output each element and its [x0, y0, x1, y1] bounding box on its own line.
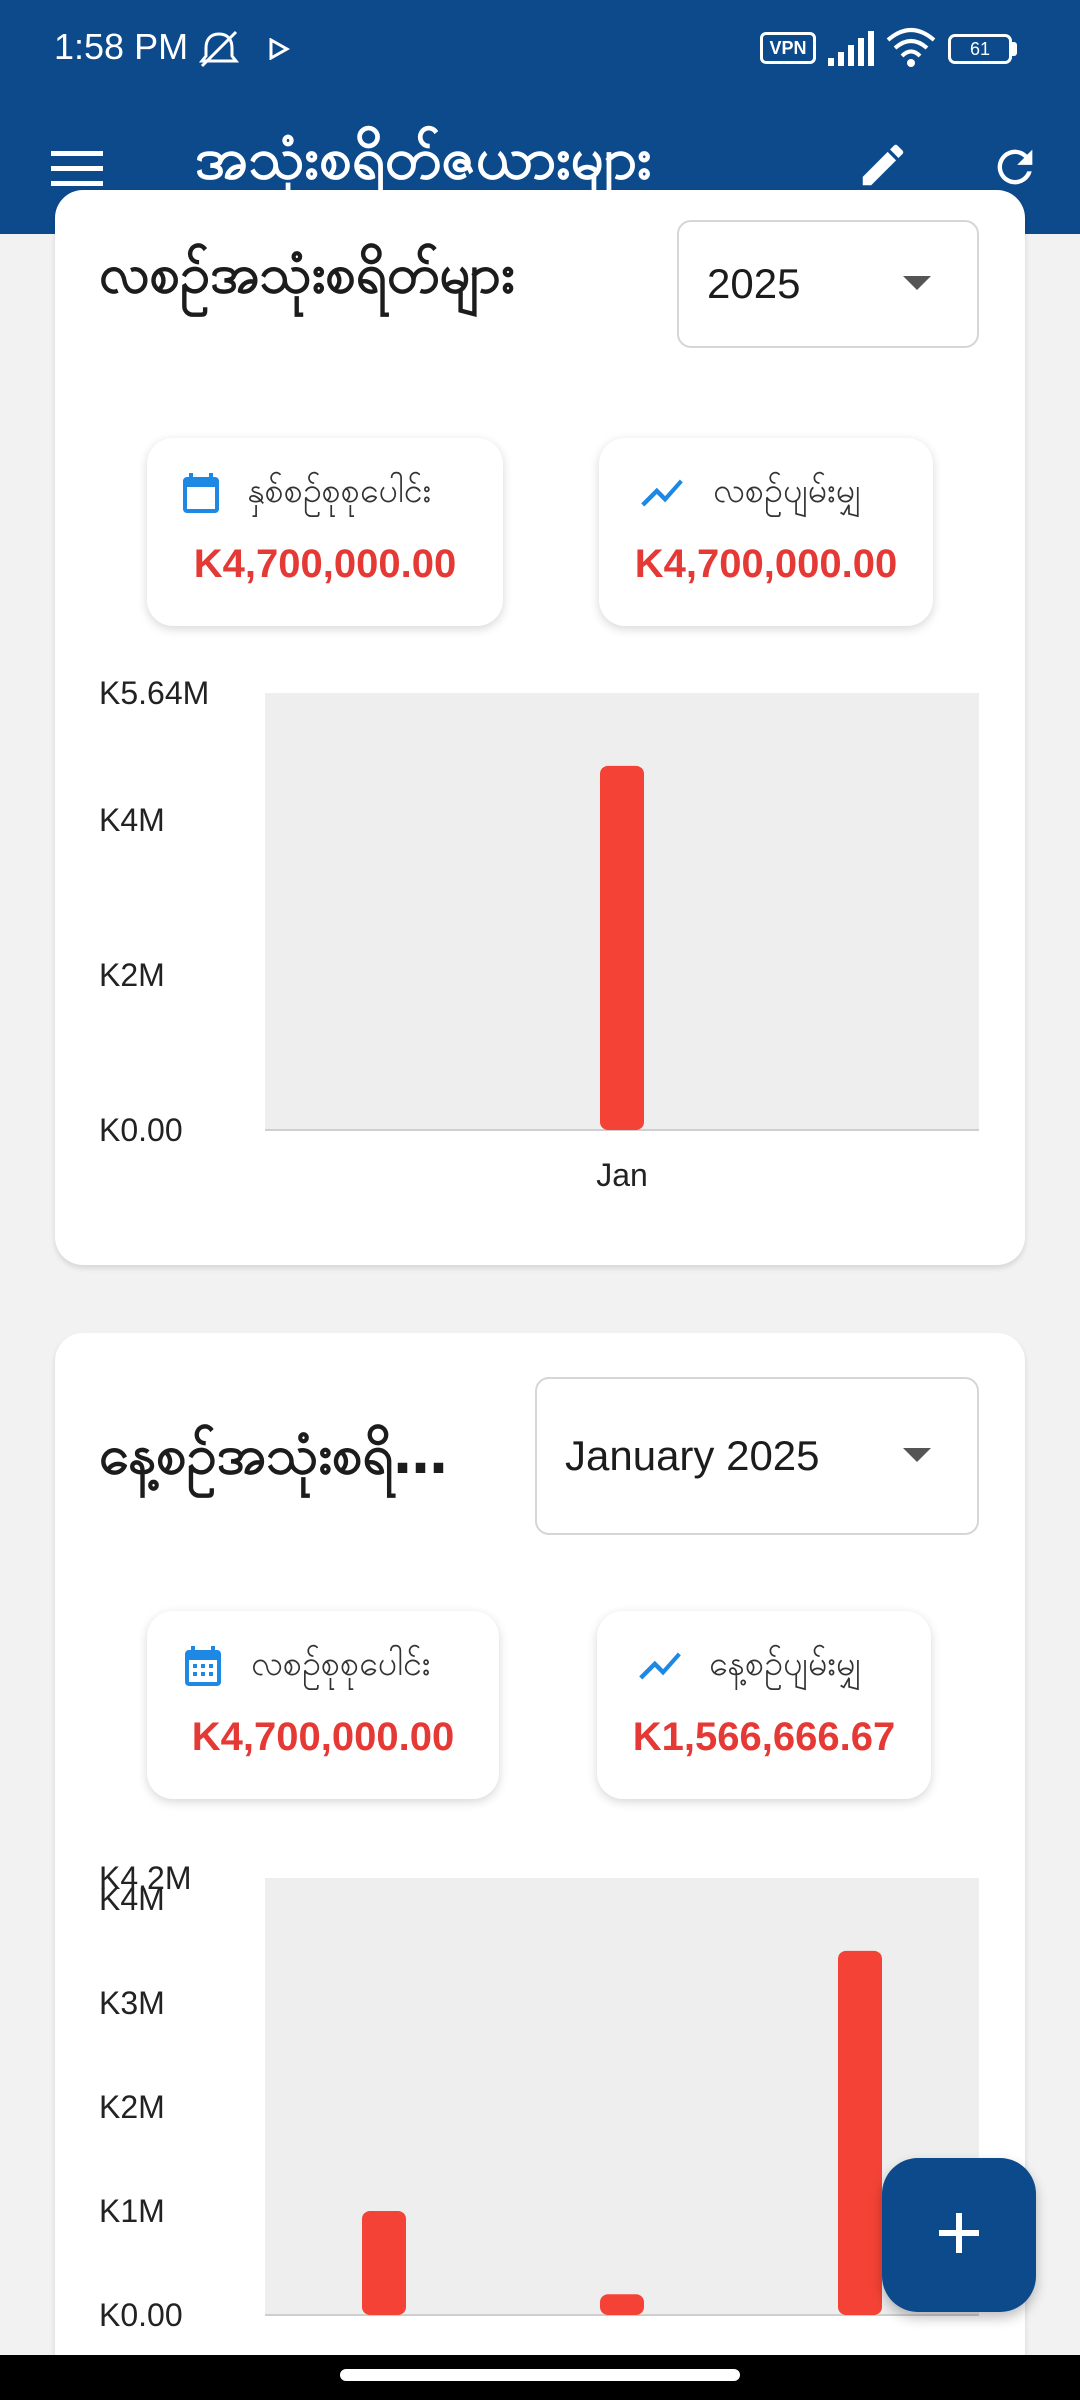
y-tick-label: K2M [99, 2089, 165, 2125]
trend-icon [635, 1641, 685, 1691]
battery-tip [1012, 42, 1017, 56]
play-icon [268, 37, 291, 64]
monthly-total-stat: လစဉ်စုစုပေါင်း K4,700,000.00 [147, 1611, 499, 1799]
monthly-total-amount: K4,700,000.00 [191, 1715, 455, 1759]
add-expense-button[interactable] [882, 2158, 1036, 2312]
chevron-down-icon [903, 1448, 931, 1462]
monthly-average-stat: လစဉ်ပျမ်းမျှ K4,700,000.00 [599, 438, 933, 626]
daily-expense-card: နေ့စဉ်အသုံးစရိ… January 2025 လစဉ်စုစုပေါ… [55, 1333, 1025, 2393]
year-dropdown[interactable]: 2025 [677, 220, 979, 348]
bar-5[interactable] [838, 1950, 882, 2315]
bar-Jan[interactable] [600, 765, 644, 1130]
monthly-average-amount: K4,700,000.00 [634, 542, 898, 586]
daily-average-amount: K1,566,666.67 [632, 1715, 896, 1759]
calendar-icon [177, 468, 227, 518]
monthly-bar-chart: K0.00 K2M K4M K5.64M Jan [55, 660, 1025, 1220]
battery-icon: 61 [948, 34, 1012, 64]
y-tick-label: K4.2M [99, 1860, 191, 1896]
y-tick-label: K0.00 [99, 2297, 183, 2333]
bar-1[interactable] [362, 2210, 406, 2315]
trend-icon [637, 468, 687, 518]
system-nav-bar [0, 2355, 1080, 2400]
monthly-card-title: လစဉ်အသုံးစရိတ်များ [99, 242, 515, 305]
y-tick-label: K2M [99, 957, 165, 993]
yearly-total-stat: နှစ်စဉ်စုစုပေါင်း K4,700,000.00 [147, 438, 503, 626]
y-tick-label: K4M [99, 802, 165, 838]
yearly-total-amount: K4,700,000.00 [193, 542, 457, 586]
y-tick-label: K0.00 [99, 1112, 183, 1148]
home-gesture-handle[interactable] [340, 2369, 740, 2381]
month-dropdown[interactable]: January 2025 [535, 1377, 979, 1535]
daily-bar-chart: K0.00K1MK2MK3MK4MK4.2M145 [55, 1855, 1025, 2393]
daily-card-title: နေ့စဉ်အသုံးစရိ… [99, 1423, 448, 1486]
daily-average-stat: နေ့စဉ်ပျမ်းမျှ K1,566,666.67 [597, 1611, 931, 1799]
signal-icon [826, 30, 876, 72]
monthly-average-label: လစဉ်ပျမ်းမျှ [713, 471, 862, 511]
x-tick-label: Jan [596, 1157, 648, 1193]
y-tick-label: K1M [99, 2193, 165, 2229]
status-time: 1:58 PM [54, 26, 189, 67]
mute-icon [196, 30, 242, 74]
year-dropdown-value: 2025 [707, 260, 801, 307]
bar-4[interactable] [600, 2294, 644, 2315]
calendar-icon [179, 1641, 229, 1691]
y-tick-label: K5.64M [99, 675, 209, 711]
month-dropdown-value: January 2025 [565, 1432, 820, 1479]
vpn-icon: VPN [760, 32, 816, 64]
y-tick-label: K3M [99, 1985, 165, 2021]
add-icon [935, 2209, 983, 2261]
yearly-total-label: နှစ်စဉ်စုစုပေါင်း [247, 471, 432, 511]
wifi-icon [886, 26, 936, 72]
status-bar: 1:58 PM VPN 61 [0, 0, 1080, 100]
daily-average-label: နေ့စဉ်ပျမ်းမျှ [709, 1644, 862, 1684]
chevron-down-icon [903, 276, 931, 290]
monthly-expense-card: လစဉ်အသုံးစရိတ်များ 2025 နှစ်စဉ်စုစုပေါင်… [55, 190, 1025, 1265]
monthly-total-label: လစဉ်စုစုပေါင်း [251, 1644, 431, 1684]
